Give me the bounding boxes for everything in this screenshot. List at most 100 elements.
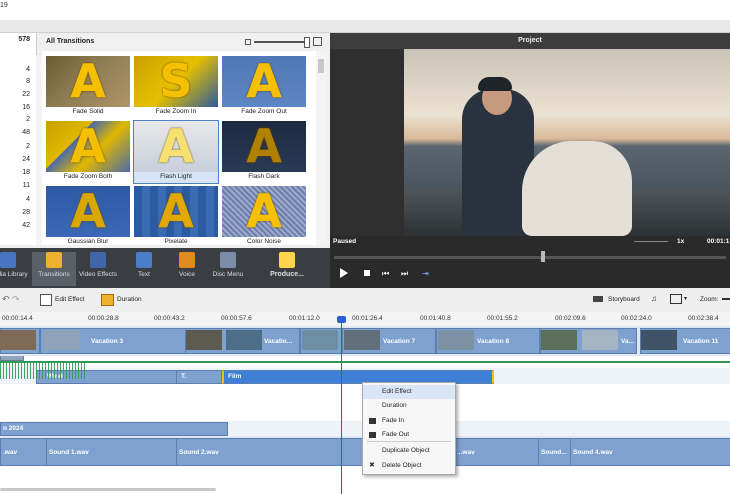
thumb-size-small-icon[interactable]	[245, 39, 251, 45]
transitions-scrollbar[interactable]	[316, 51, 327, 245]
module-video-effects-button[interactable]: Video Effects	[76, 252, 120, 286]
menu-item-delete-object[interactable]: ✖ Delete Object	[363, 459, 455, 473]
module-bar: Media Library Transitions Video Effects Tex…	[0, 248, 330, 288]
clip-label: Sound 4.wav	[573, 449, 613, 456]
ruler-tick: 00:02:24.0	[621, 315, 652, 322]
transition-tile[interactable]: A Color Noise	[222, 186, 306, 245]
position-track[interactable]	[334, 256, 726, 259]
audio-clip[interactable]: ...wav	[454, 438, 540, 466]
clip-label: Vacation 3	[91, 338, 124, 345]
produce-icon	[279, 252, 295, 268]
transition-tile[interactable]: S Fade Zoom In	[134, 56, 218, 118]
module-text-button[interactable]: Text	[122, 252, 166, 286]
transport-bar: ⏮ ⏭ ⇥	[330, 248, 730, 288]
audio-mixer-icon[interactable]: ♫	[651, 294, 657, 303]
ruler-tick: 00:00:28.8	[88, 315, 119, 322]
menu-item-label: Fade In	[382, 417, 405, 424]
transition-label: Fade Zoom Out	[241, 108, 287, 115]
menu-item-fade-in[interactable]: Fade In	[363, 414, 455, 428]
transition-thumbnail: A	[134, 186, 218, 237]
storyboard-icon[interactable]	[593, 296, 603, 302]
transition-label: Flash Dark	[248, 173, 280, 180]
transition-tile[interactable]: A Flash Light	[133, 120, 219, 184]
redo-icon[interactable]: ↷	[12, 294, 20, 305]
transition-label: Gaussian Blur	[67, 238, 109, 245]
clip-thumbnail	[0, 330, 36, 350]
transition-tile[interactable]: A Flash Dark	[222, 121, 306, 183]
transition-tile[interactable]: A Fade Zoom Out	[222, 56, 306, 118]
effect-clip[interactable]: T.	[176, 370, 222, 384]
transitions-header: All Transitions	[42, 33, 327, 51]
menu-item-fade-out[interactable]: Fade Out	[363, 428, 455, 442]
module-label: Transitions	[38, 271, 70, 278]
transition-label: Pixelate	[164, 238, 188, 245]
edit-effect-button[interactable]: Edit Effect	[55, 296, 85, 303]
title-clip[interactable]: n 2024	[0, 422, 228, 436]
menu-item-duplicate-object[interactable]: Duplicate Object	[363, 444, 455, 458]
module-media-library-button[interactable]: Media Library	[0, 252, 30, 286]
module-disc-menu-button[interactable]: Disc Menu	[206, 252, 250, 286]
jump-icon[interactable]: ⇥	[422, 269, 429, 278]
play-icon[interactable]	[340, 268, 348, 278]
position-handle[interactable]	[541, 251, 545, 262]
menu-separator	[367, 441, 451, 442]
transition-tile[interactable]: A Gaussian Blur	[46, 186, 130, 245]
module-label: Voice	[179, 271, 195, 278]
menu-item-duration[interactable]: Duration	[363, 399, 455, 413]
audio-clip[interactable]: .wav	[0, 438, 48, 466]
category-count: 16	[22, 104, 30, 111]
module-label: Video Effects	[78, 271, 118, 278]
duration-button[interactable]: Duration	[117, 296, 142, 303]
transition-tile[interactable]: A Pixelate	[134, 186, 218, 245]
menu-item-edit-effect[interactable]: Edit Effect	[363, 385, 455, 399]
storyboard-button[interactable]: Storyboard	[608, 296, 640, 303]
time-ruler[interactable]: 00:00:14.4 00:00:28.8 00:00:43.2 00:00:57.6…	[0, 312, 730, 327]
scroll-thumb[interactable]	[318, 59, 324, 73]
category-count: 48	[22, 129, 30, 136]
clip-label: n 2024	[3, 425, 24, 432]
edit-effect-icon[interactable]	[40, 294, 52, 306]
previous-icon[interactable]: ⏮	[382, 269, 389, 279]
audio-clip[interactable]: Sound...	[538, 438, 572, 466]
transition-glyph: A	[70, 121, 106, 172]
playhead[interactable]	[341, 318, 342, 494]
clip-thumbnail	[44, 330, 80, 350]
timeline-toolbar: ↶ ↷ Edit Effect Duration Storyboard ♫ ▾ …	[0, 288, 730, 313]
ruler-tick: 00:01:26.4	[352, 315, 383, 322]
audio-clip[interactable]: Sound 4.wav	[570, 438, 730, 466]
next-icon[interactable]: ⏭	[401, 269, 408, 279]
clip-label: Va...	[621, 338, 635, 345]
category-count: 11	[22, 182, 30, 189]
transition-label: Flash Light	[160, 173, 192, 180]
clip-label: Vacation 7	[383, 338, 416, 345]
thumb-size-large-icon[interactable]	[313, 37, 322, 46]
transition-tile[interactable]: A Fade Solid	[46, 56, 130, 118]
menu-item-label: Edit Effect	[382, 388, 412, 395]
transition-tile[interactable]: A Fade Zoom Both	[46, 121, 130, 183]
transition-thumbnail: S	[134, 56, 218, 107]
undo-icon[interactable]: ↶	[2, 294, 10, 305]
duration-icon[interactable]	[101, 294, 114, 306]
playhead-handle[interactable]	[337, 316, 346, 323]
thumb-size-handle[interactable]	[304, 37, 310, 48]
monitor-icon[interactable]	[670, 294, 682, 304]
audio-waveform-line	[0, 361, 730, 363]
thumb-size-slider[interactable]	[254, 41, 304, 43]
stop-icon[interactable]	[364, 270, 370, 276]
module-voice-button[interactable]: Voice	[165, 252, 209, 286]
zoom-slider[interactable]	[722, 298, 730, 300]
module-produce-button[interactable]: Produce...	[262, 252, 312, 286]
title-bar: 19	[0, 0, 730, 20]
transition-thumbnail: A	[46, 121, 130, 172]
audio-clip[interactable]: Sound 2.wav	[176, 438, 363, 466]
module-transitions-button[interactable]: Transitions	[32, 252, 76, 286]
audio-clip[interactable]: Sound 1.wav	[46, 438, 178, 466]
chevron-down-icon[interactable]: ▾	[684, 295, 687, 302]
speed-slider[interactable]	[634, 241, 668, 242]
ruler-tick: 00:01:40.8	[420, 315, 451, 322]
clip-thumbnail	[226, 330, 262, 350]
horizontal-scrollbar[interactable]	[0, 488, 216, 491]
ruler-tick: 00:00:43.2	[154, 315, 185, 322]
category-count: 4	[26, 66, 30, 73]
zoom-label: Zoom:	[700, 296, 719, 303]
